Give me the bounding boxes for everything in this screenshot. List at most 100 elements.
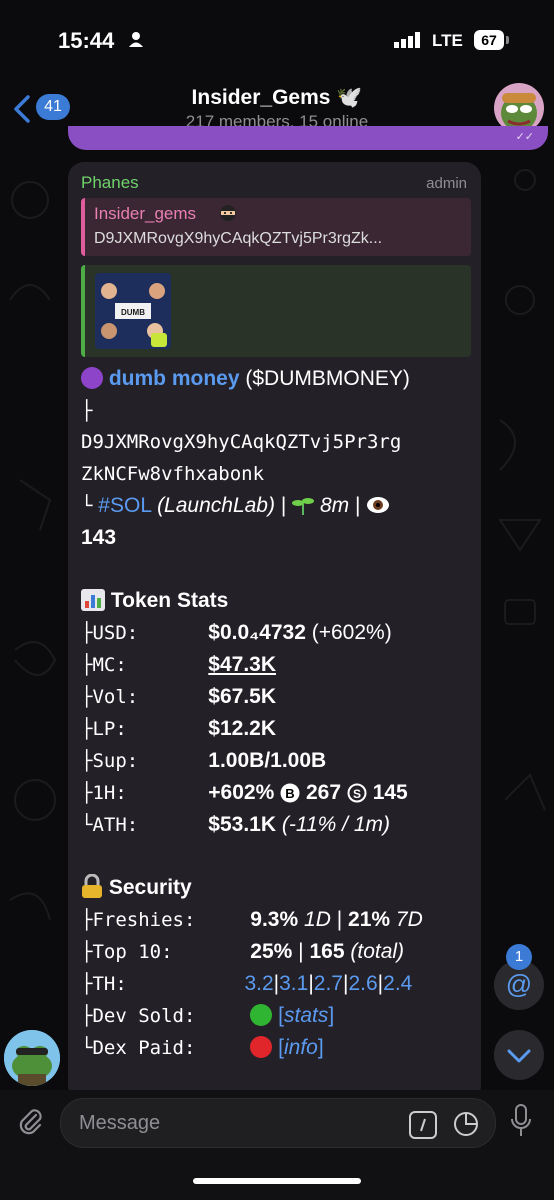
stat-prefix: ├ bbox=[81, 718, 93, 740]
security-row-freshies: ├Freshies: 9.3% 1D | 21% 7D bbox=[81, 906, 423, 934]
stat-row-ath: └ATH: $53.1K (-11% / 1m) bbox=[81, 811, 390, 839]
tree-branch: ├ bbox=[81, 400, 93, 422]
stat-value-link[interactable]: $47.3K bbox=[208, 653, 276, 676]
attach-icon[interactable] bbox=[16, 1106, 44, 1136]
network-label: LTE bbox=[432, 31, 463, 50]
info-link[interactable]: info bbox=[284, 1036, 318, 1059]
stat-row-sup: ├Sup: 1.00B/1.00B bbox=[81, 747, 326, 775]
th-link[interactable]: 3.1 bbox=[279, 972, 308, 995]
security-row-th: ├TH: 3.2|3.1|2.7|2.6|2.4 bbox=[81, 970, 412, 998]
freshies-1d-period: 1D bbox=[304, 908, 331, 931]
security-row-dex-paid: └Dex Paid: [info] bbox=[81, 1034, 324, 1062]
purple-circle-icon bbox=[81, 367, 103, 389]
platform-label: (LaunchLab) bbox=[157, 494, 275, 517]
stat-row-lp: ├LP: $12.2K bbox=[81, 715, 276, 743]
ninja-icon bbox=[220, 205, 236, 221]
red-circle-icon bbox=[250, 1036, 273, 1058]
stat-prefix: ├ bbox=[81, 622, 93, 644]
sticker-icon[interactable] bbox=[453, 1111, 479, 1137]
chevron-down-icon bbox=[507, 1049, 531, 1063]
token-age: 8m bbox=[319, 494, 350, 517]
message-placeholder: Message bbox=[79, 1112, 161, 1134]
stat-extra: (+602%) bbox=[311, 621, 392, 644]
reply-title: Insider_gems bbox=[94, 204, 197, 223]
sender-name[interactable]: Phanes bbox=[81, 173, 139, 193]
mention-count-badge: 1 bbox=[506, 944, 532, 970]
person-icon bbox=[129, 32, 143, 47]
stat-prefix: ├ bbox=[81, 654, 93, 676]
freshies-7d-value: 21% bbox=[348, 908, 391, 931]
top10-total: 165 bbox=[309, 940, 345, 963]
home-indicator bbox=[193, 1178, 361, 1184]
stat-value: $12.2K bbox=[208, 717, 277, 740]
stat-label: Dex Paid: bbox=[92, 1037, 196, 1059]
message-time: ✓✓ bbox=[515, 131, 534, 143]
sells-count: 145 bbox=[372, 781, 408, 804]
stat-prefix: ├ bbox=[81, 941, 93, 963]
green-circle-icon bbox=[250, 1004, 273, 1026]
th-link[interactable]: 2.6 bbox=[348, 972, 377, 995]
stat-value: $53.1K bbox=[208, 813, 277, 836]
bar-chart-icon bbox=[81, 589, 105, 611]
token-ticker: ($DUMBMONEY) bbox=[245, 367, 410, 390]
security-row-dev-sold: ├Dev Sold: [stats] bbox=[81, 1002, 334, 1030]
separator: | bbox=[298, 940, 304, 963]
stat-prefix: └ bbox=[81, 1037, 93, 1059]
stat-label: USD: bbox=[92, 622, 139, 644]
admin-badge: admin bbox=[426, 175, 467, 192]
top10-note: (total) bbox=[350, 940, 405, 963]
message-input[interactable]: Message bbox=[60, 1098, 496, 1148]
chain-hashtag[interactable]: #SOL bbox=[98, 494, 151, 517]
th-link[interactable]: 2.4 bbox=[383, 972, 412, 995]
stat-extra: (-11% / 1m) bbox=[281, 813, 390, 836]
buy-b-icon: B bbox=[280, 783, 300, 803]
svg-text:B: B bbox=[285, 786, 294, 801]
seedling-icon bbox=[292, 498, 315, 515]
stat-value: $67.5K bbox=[208, 685, 277, 708]
token-address-line-2[interactable]: ZkNCFw8vfhxabonk bbox=[81, 460, 264, 488]
sender-avatar[interactable] bbox=[4, 1030, 60, 1086]
status-bar: 15:44 LTE 67 bbox=[0, 0, 554, 80]
frog-avatar-icon bbox=[4, 1030, 60, 1086]
message-bubble[interactable]: Phanes admin Insider_gems D9JXMRovgX9hyC… bbox=[68, 162, 481, 1102]
preview-thumbnail: DUMB bbox=[95, 273, 171, 349]
signal-icon bbox=[394, 32, 420, 48]
token-chain-line: └ #SOL (LaunchLab) | 8m | bbox=[81, 492, 390, 520]
stat-label: TH: bbox=[92, 973, 127, 995]
top10-percent: 25% bbox=[250, 940, 293, 963]
link-preview[interactable]: DUMB bbox=[81, 265, 471, 357]
stat-value: $0.0₄4732 bbox=[208, 621, 306, 644]
stat-label: ATH: bbox=[92, 814, 139, 836]
token-name-link[interactable]: dumb money bbox=[109, 367, 240, 390]
stat-value: +602% bbox=[208, 781, 275, 804]
stat-prefix: ├ bbox=[81, 909, 93, 931]
stat-label: Dev Sold: bbox=[92, 1005, 196, 1027]
chat-title[interactable]: Insider_Gems 🕊️ bbox=[0, 86, 554, 110]
microphone-icon[interactable] bbox=[510, 1104, 532, 1138]
stat-prefix: ├ bbox=[81, 750, 93, 772]
bot-commands-icon[interactable] bbox=[409, 1111, 437, 1139]
stats-link[interactable]: stats bbox=[284, 1004, 328, 1027]
stat-prefix: ├ bbox=[81, 686, 93, 708]
bracket: ] bbox=[328, 1004, 335, 1027]
separator: | bbox=[336, 908, 343, 931]
dumb-money-poster-icon: DUMB bbox=[95, 273, 171, 349]
stat-prefix: ├ bbox=[81, 782, 93, 804]
stat-value: 1.00B/1.00B bbox=[208, 749, 327, 772]
th-link[interactable]: 2.7 bbox=[314, 972, 343, 995]
token-address-line-1[interactable]: D9JXMRovgX9hyCAqkQZTvj5Pr3rg bbox=[81, 428, 401, 456]
th-link[interactable]: 3.2 bbox=[244, 972, 273, 995]
token-title-line: dumb money ($DUMBMONEY) bbox=[81, 365, 410, 393]
stat-row-mc: ├MC: $47.3K bbox=[81, 651, 276, 679]
stat-prefix: ├ bbox=[81, 973, 93, 995]
view-count: 143 bbox=[81, 526, 117, 549]
token-stats-title: Token Stats bbox=[110, 589, 229, 612]
security-title: Security bbox=[108, 876, 192, 899]
stat-label: LP: bbox=[92, 718, 127, 740]
status-time: 15:44 bbox=[58, 28, 115, 53]
stat-label: Top 10: bbox=[92, 941, 173, 963]
scroll-down-button[interactable] bbox=[494, 1030, 544, 1080]
stat-row-usd: ├USD: $0.0₄4732 (+602%) bbox=[81, 619, 392, 647]
battery-level: 67 bbox=[474, 30, 504, 50]
reply-quote[interactable]: Insider_gems D9JXMRovgX9hyCAqkQZTvj5Pr3r… bbox=[81, 198, 471, 256]
